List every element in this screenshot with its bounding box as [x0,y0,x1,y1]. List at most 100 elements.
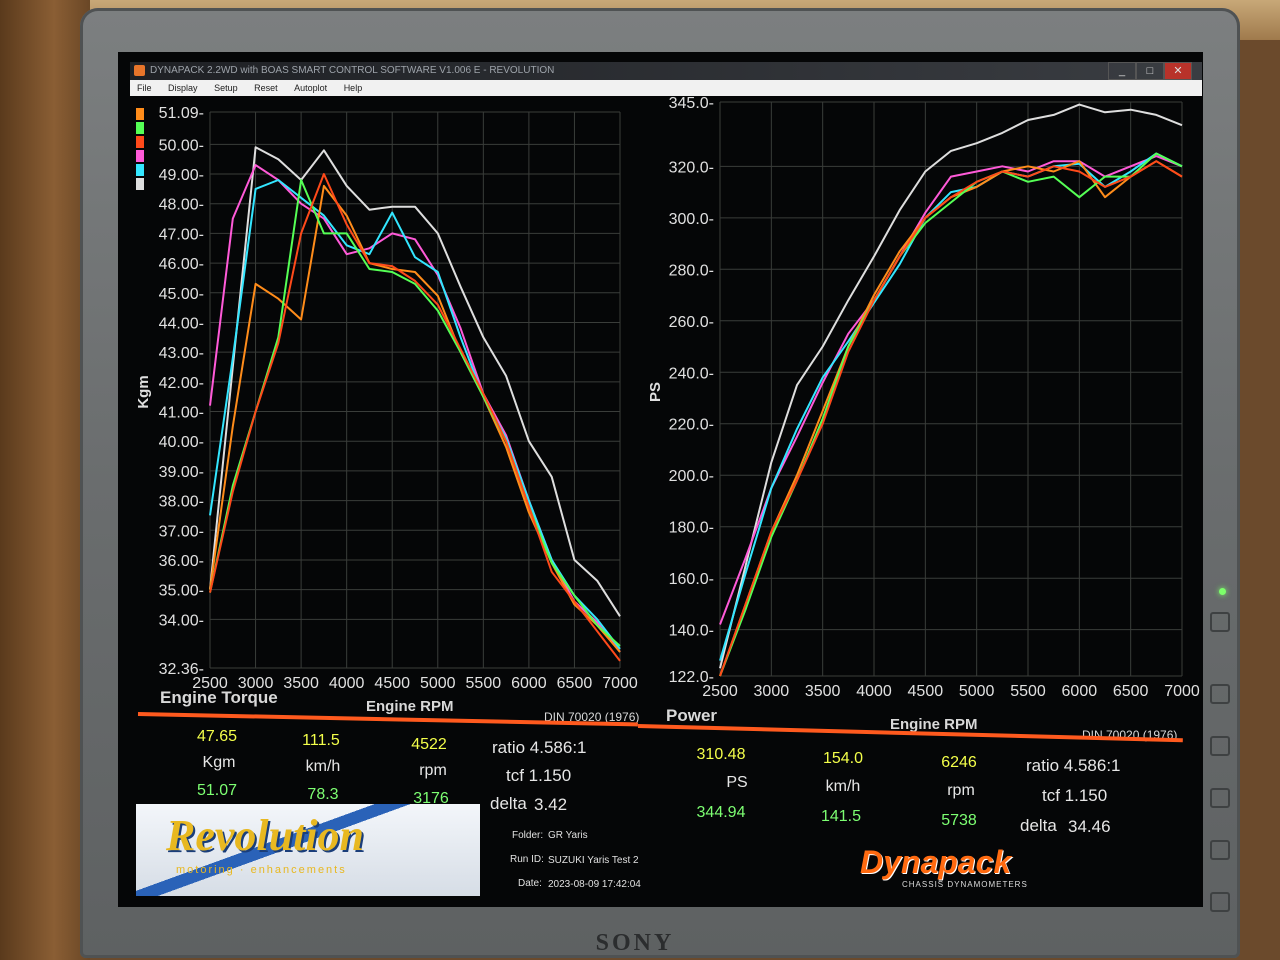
power-x-tick-3000: 3000 [754,683,790,700]
torque-x-tick-3500: 3500 [283,675,319,692]
torque-rpm-unit: rpm [419,762,447,779]
run-id-label: Run ID: [510,854,544,865]
torque-speed-unit: km/h [305,758,341,775]
power-cursor1-rpm: 6246 [941,754,977,771]
power-y-tick-10: 140.0- [669,623,714,640]
monitor-brand: SONY [595,930,675,956]
torque-y-tick-6: 45.00- [159,286,204,303]
legend-swatch-green [136,122,144,134]
torque-y-tick-14: 37.00- [159,523,204,540]
torque-y-tick-9: 42.00- [159,375,204,392]
folder-value: GR Yaris [548,830,588,841]
dynapack-name: Dynapack [860,844,1012,880]
power-y-tick-0: 345.0- [669,95,714,112]
power-tcf: tcf 1.150 [1042,786,1108,805]
monitor-button-menu[interactable] [1210,684,1230,704]
legend-swatch-magenta [136,150,144,162]
power-panel-label: Power [666,706,718,725]
monitor-button-input[interactable] [1210,612,1230,632]
run-id-value: SUZUKI Yaris Test 2 [548,855,639,866]
torque-cursor2-value: 51.07 [196,782,238,799]
torque-x-tick-4000: 4000 [329,675,365,692]
torque-y-tick-12: 39.00- [159,464,204,481]
power-y-tick-5: 240.0- [669,365,714,382]
logo-name: Revolution [166,811,365,860]
torque-unit: Kgm [202,754,236,771]
torque-cursor1-value: 47.65 [196,728,238,745]
power-delta-label: delta [1020,816,1057,835]
power-cursor1-value: 310.48 [696,746,746,763]
power-cursor2-speed: 141.5 [820,808,862,825]
torque-y-tick-0: 51.09- [159,105,204,122]
legend-swatch-cyan [136,164,144,176]
power-series-green [719,152,1183,677]
power-x-tick-5000: 5000 [959,683,995,700]
power-y-tick-7: 200.0- [669,468,714,485]
torque-y-tick-16: 35.00- [159,583,204,600]
torque-x-tick-6000: 6000 [511,675,547,692]
dyno-charts: 2500 3000 3500 4000 4500 5000 5500 6000 6500 7000… [135,95,1200,700]
torque-ylabel: Kgm [135,375,152,408]
torque-x-tick-4500: 4500 [374,675,410,692]
power-y-tick-2: 300.0- [669,211,714,228]
power-led [1219,588,1226,595]
power-y-tick-11: 122.0- [669,669,714,686]
monitor-button-down[interactable] [1210,736,1230,756]
date-label: Date: [518,878,542,889]
dynapack-logo: Dynapack CHASSIS DYNAMOMETERS [856,844,1046,900]
power-x-tick-5500: 5500 [1010,683,1046,700]
torque-y-tick-17: 34.00- [159,612,204,629]
power-ratio: ratio 4.586:1 [1026,756,1121,775]
torque-y-tick-11: 40.00- [159,434,204,451]
torque-delta-label: delta [490,794,527,813]
revolution-logo: Revolution motoring · enhancements [136,804,480,896]
power-y-tick-6: 220.0- [669,417,714,434]
power-ylabel: PS [647,382,664,402]
power-x-tick-6000: 6000 [1062,683,1098,700]
torque-series-magenta [209,164,621,653]
legend-swatch-red [136,136,144,148]
monitor-button-up[interactable] [1210,788,1230,808]
torque-y-tick-7: 44.00- [159,315,204,332]
power-x-tick-3500: 3500 [805,683,841,700]
torque-x-tick-5000: 5000 [420,675,456,692]
wall-left [0,0,90,960]
torque-ratio: ratio 4.586:1 [492,738,587,757]
torque-cursor1-rpm: 4522 [411,736,447,753]
monitor-button-auto[interactable] [1210,840,1230,860]
torque-y-tick-18: 32.36- [159,661,204,678]
power-cursor2-value: 344.94 [696,804,746,821]
power-y-tick-1: 320.0- [669,159,714,176]
legend-swatch-orange [136,108,144,120]
legend-swatch-white [136,178,144,190]
torque-y-tick-3: 48.00- [159,197,204,214]
torque-y-tick-15: 36.00- [159,553,204,570]
power-unit: PS [726,774,748,791]
torque-cursor2-speed: 78.3 [307,786,339,803]
torque-y-tick-8: 43.00- [159,345,204,362]
power-cursor2-rpm: 5738 [941,812,977,829]
power-rpm-unit: rpm [947,782,975,799]
power-series-orange [719,160,1183,677]
date-value: 2023-08-09 17:42:04 [548,879,641,890]
torque-xlabel: Engine RPM [366,698,454,715]
torque-delta-value: 3.42 [534,795,568,814]
monitor-button-power[interactable] [1210,892,1230,912]
power-series-red [719,160,1183,677]
torque-y-tick-5: 46.00- [159,256,204,273]
power-x-tick-4500: 4500 [908,683,944,700]
power-x-tick-7000: 7000 [1164,683,1200,700]
torque-y-tick-13: 38.00- [159,494,204,511]
torque-series-red [209,173,621,662]
power-x-tick-6500: 6500 [1113,683,1149,700]
power-series-white [719,103,1183,669]
dynapack-sub: CHASSIS DYNAMOMETERS [902,880,1028,889]
torque-panel-label: Engine Torque [160,688,278,707]
power-x-tick-4000: 4000 [856,683,892,700]
torque-series-cyan [209,179,621,650]
power-speed-unit: km/h [825,778,861,795]
torque-y-tick-1: 50.00- [159,137,204,154]
power-y-tick-9: 160.0- [669,571,714,588]
power-delta-value: 34.46 [1068,817,1111,836]
torque-x-tick-7000: 7000 [602,675,638,692]
